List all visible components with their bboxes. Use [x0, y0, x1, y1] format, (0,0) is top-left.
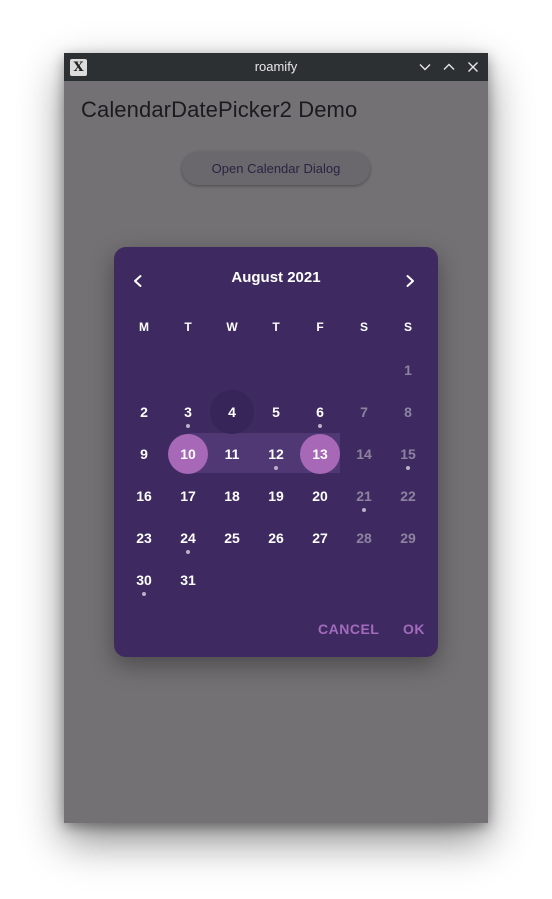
month-year-label[interactable]: August 2021	[114, 269, 438, 286]
calendar-day[interactable]: 20	[298, 475, 342, 517]
day-number: 25	[224, 530, 240, 546]
calendar-day[interactable]: 9	[122, 433, 166, 475]
day-number: 22	[400, 488, 416, 504]
calendar-day[interactable]: 27	[298, 517, 342, 559]
weekday-label: M	[139, 320, 149, 334]
weekday-label: S	[403, 320, 412, 334]
calendar-day[interactable]: 22	[386, 475, 430, 517]
cancel-button[interactable]: CANCEL	[318, 621, 379, 637]
calendar-day[interactable]: 7	[342, 391, 386, 433]
calendar-day[interactable]: 28	[342, 517, 386, 559]
next-month-chevron-right-icon[interactable]	[394, 265, 426, 297]
weekday-label: W	[226, 320, 238, 334]
calendar-day[interactable]: 12	[254, 433, 298, 475]
calendar-day[interactable]: 21	[342, 475, 386, 517]
calendar-day[interactable]: 15	[386, 433, 430, 475]
calendar-day[interactable]: 18	[210, 475, 254, 517]
event-dot-icon	[142, 592, 146, 596]
calendar-day[interactable]: 19	[254, 475, 298, 517]
day-number: 1	[404, 362, 412, 378]
day-number: 8	[404, 404, 412, 420]
calendar-day[interactable]: 17	[166, 475, 210, 517]
day-number: 6	[316, 404, 324, 420]
day-number: 17	[180, 488, 196, 504]
day-number: 24	[180, 530, 196, 546]
day-number: 12	[268, 446, 284, 462]
weekday-label: T	[272, 320, 280, 334]
day-number: 27	[312, 530, 328, 546]
calendar-day[interactable]: 2	[122, 391, 166, 433]
day-number: 11	[224, 446, 240, 462]
calendar-day[interactable]: 14	[342, 433, 386, 475]
calendar-day[interactable]: 26	[254, 517, 298, 559]
day-number: 10	[180, 446, 196, 462]
day-number: 28	[356, 530, 372, 546]
maximize-chevron-up-icon[interactable]	[440, 58, 458, 76]
event-dot-icon	[362, 508, 366, 512]
event-dot-icon	[318, 424, 322, 428]
calendar-day-selected[interactable]: 13	[298, 433, 342, 475]
day-number: 14	[356, 446, 372, 462]
calendar-day[interactable]: 3	[166, 391, 210, 433]
day-number: 29	[400, 530, 416, 546]
calendar-day[interactable]: 23	[122, 517, 166, 559]
day-number: 30	[136, 572, 152, 588]
calendar-day[interactable]: 31	[166, 559, 210, 601]
calendar-day[interactable]: 8	[386, 391, 430, 433]
app-content-overlay[interactable]: CalendarDatePicker2 Demo Open Calendar D…	[64, 81, 488, 823]
day-number: 9	[140, 446, 148, 462]
calendar-day[interactable]: 1	[386, 349, 430, 391]
weekday-label: T	[184, 320, 192, 334]
day-number: 26	[268, 530, 284, 546]
calendar-day-selected[interactable]: 10	[166, 433, 210, 475]
day-number: 18	[224, 488, 240, 504]
day-number: 13	[312, 446, 328, 462]
day-number: 7	[360, 404, 368, 420]
event-dot-icon	[186, 550, 190, 554]
calendar-day[interactable]: 4	[210, 391, 254, 433]
minimize-chevron-down-icon[interactable]	[416, 58, 434, 76]
day-number: 19	[268, 488, 284, 504]
calendar-day[interactable]: 24	[166, 517, 210, 559]
calendar-day[interactable]: 29	[386, 517, 430, 559]
title-bar: X roamify	[64, 53, 488, 81]
day-number: 15	[400, 446, 416, 462]
day-number: 4	[228, 404, 236, 420]
day-number: 16	[136, 488, 152, 504]
calendar-dialog: August 2021 MTWTFSS 1 2 3 4 5 6 7 8 9 10 11 12 13 14 1…	[114, 247, 438, 657]
close-icon[interactable]	[464, 58, 482, 76]
calendar-day[interactable]: 11	[210, 433, 254, 475]
calendar-day[interactable]: 30	[122, 559, 166, 601]
ok-button[interactable]: OK	[403, 621, 425, 637]
weekday-label: S	[359, 320, 368, 334]
day-number: 2	[140, 404, 148, 420]
event-dot-icon	[406, 466, 410, 470]
app-window: X roamify CalendarDatePicker2 Demo Open …	[64, 53, 488, 823]
day-number: 5	[272, 404, 280, 420]
calendar-day[interactable]: 5	[254, 391, 298, 433]
day-number: 20	[312, 488, 328, 504]
weekday-label: F	[316, 320, 324, 334]
page-title: CalendarDatePicker2 Demo	[81, 97, 358, 122]
calendar-day[interactable]: 16	[122, 475, 166, 517]
day-number: 23	[136, 530, 152, 546]
calendar-day[interactable]: 6	[298, 391, 342, 433]
event-dot-icon	[274, 466, 278, 470]
day-number: 31	[180, 572, 196, 588]
event-dot-icon	[186, 424, 190, 428]
calendar-day[interactable]: 25	[210, 517, 254, 559]
day-number: 21	[356, 488, 372, 504]
day-number: 3	[184, 404, 192, 420]
open-calendar-dialog-button[interactable]: Open Calendar Dialog	[182, 152, 370, 185]
